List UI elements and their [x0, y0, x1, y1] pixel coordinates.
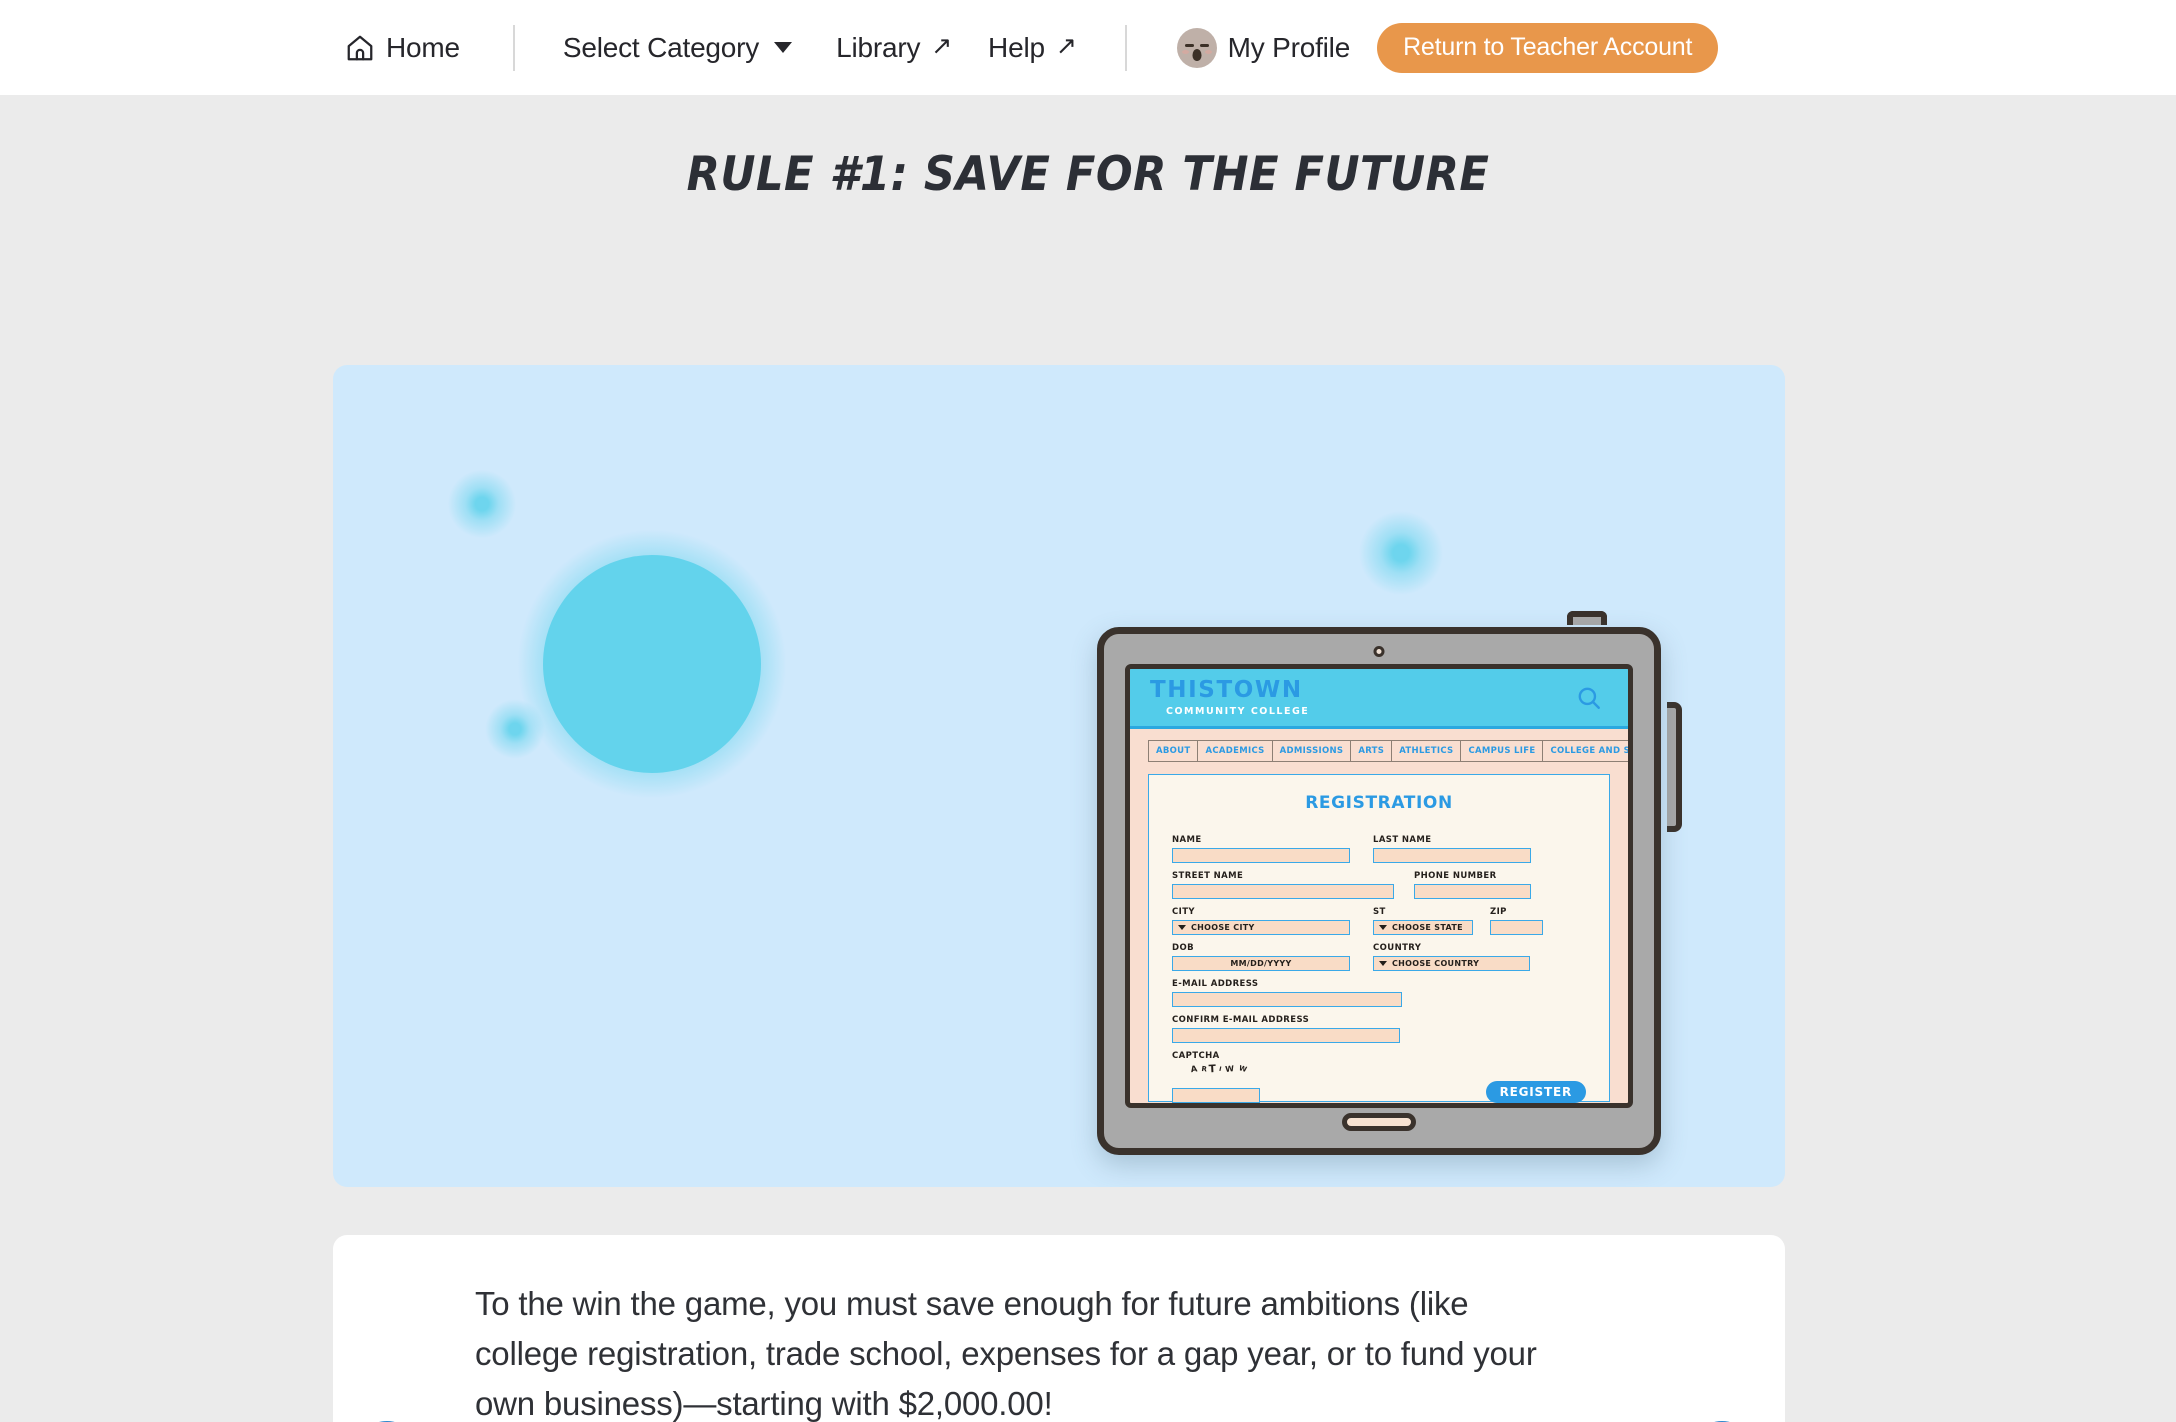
form-row-confirm-email: CONFIRM E-MAIL ADDRESS	[1172, 1015, 1586, 1043]
registration-form: REGISTRATION NAME LAST NAME STREET NAME …	[1148, 774, 1610, 1103]
nav-item-select-category-label: Select Category	[562, 31, 760, 63]
form-row-email: E-MAIL ADDRESS	[1172, 979, 1586, 1007]
captcha-label: CAPTCHA	[1172, 1051, 1220, 1061]
tablet-camera-icon	[1373, 646, 1385, 657]
last-name-input[interactable]	[1373, 848, 1531, 863]
nav-divider-2	[1124, 24, 1127, 71]
city-label: CITY	[1172, 907, 1195, 917]
site-tab-about[interactable]: ABOUT	[1149, 741, 1199, 761]
form-row-city-state-zip: CITY CHOOSE CITY ST CHOOSE STATE ZIP	[1172, 907, 1586, 935]
nav-divider-1	[512, 24, 515, 71]
name-input[interactable]	[1172, 848, 1350, 863]
register-button[interactable]: REGISTER	[1485, 1081, 1586, 1103]
site-tab-admissions[interactable]: ADMISSIONS	[1273, 741, 1352, 761]
zip-input[interactable]	[1490, 920, 1543, 935]
home-icon	[345, 33, 375, 63]
chevron-down-icon	[1379, 961, 1387, 966]
tablet-screen: THISTOWN COMMUNITY COLLEGE ABOUT ACADEMI…	[1125, 664, 1633, 1108]
page-title: RULE #1: SAVE FOR THE FUTURE	[686, 147, 1490, 202]
name-label: NAME	[1172, 835, 1202, 845]
illustration-panel: THISTOWN COMMUNITY COLLEGE ABOUT ACADEMI…	[333, 365, 1785, 1187]
college-site-nav: ABOUT ACADEMICS ADMISSIONS ARTS ATHLETIC…	[1148, 740, 1628, 762]
nav-item-home[interactable]: Home	[345, 32, 460, 64]
decorative-speck-2	[481, 695, 549, 763]
return-to-teacher-account-button[interactable]: Return to Teacher Account	[1377, 22, 1719, 73]
city-select[interactable]: CHOOSE CITY	[1172, 920, 1350, 935]
form-row-names: NAME LAST NAME	[1172, 835, 1586, 863]
email-label: E-MAIL ADDRESS	[1172, 979, 1259, 989]
site-tab-arts[interactable]: ARTS	[1351, 741, 1393, 761]
college-site-header: THISTOWN COMMUNITY COLLEGE	[1130, 669, 1628, 729]
nav-item-library-label: Library	[836, 31, 921, 63]
confirm-email-label: CONFIRM E-MAIL ADDRESS	[1172, 1015, 1310, 1025]
form-row-dob-country: DOB MM/DD/YYYY COUNTRY CHOOSE COUNTRY	[1172, 943, 1586, 971]
nav-item-my-profile-label: My Profile	[1227, 31, 1351, 63]
registration-form-title: REGISTRATION	[1305, 793, 1453, 813]
decorative-speck-1	[443, 465, 521, 543]
college-logo-title: THISTOWN	[1150, 676, 1303, 703]
avatar-icon	[1176, 27, 1217, 68]
dob-label: DOB	[1172, 943, 1194, 953]
country-select[interactable]: CHOOSE COUNTRY	[1373, 956, 1530, 971]
street-name-label: STREET NAME	[1172, 871, 1244, 881]
st-label: ST	[1373, 907, 1386, 917]
captcha-challenge-image: ARTIW W	[1190, 1063, 1250, 1076]
tablet-home-button	[1342, 1113, 1416, 1131]
nav-item-select-category[interactable]: Select Category	[562, 31, 793, 64]
tablet-body: THISTOWN COMMUNITY COLLEGE ABOUT ACADEMI…	[1097, 627, 1661, 1155]
captcha-input[interactable]	[1172, 1088, 1260, 1103]
chevron-down-icon	[774, 42, 793, 53]
arrow-up-right-icon: ↗	[1055, 32, 1077, 60]
tablet-power-button	[1567, 611, 1607, 625]
st-select[interactable]: CHOOSE STATE	[1373, 920, 1473, 935]
zip-label: ZIP	[1490, 907, 1507, 917]
form-row-captcha: CAPTCHA ARTIW W REGISTER	[1172, 1051, 1586, 1103]
nav-item-home-label: Home	[386, 31, 460, 63]
chevron-down-icon	[1178, 925, 1186, 930]
decorative-speck-3	[1353, 505, 1449, 601]
top-navigation-bar: Home Select Category Library ↗ Help ↗ My…	[0, 0, 2176, 95]
country-label: COUNTRY	[1373, 943, 1422, 953]
arrow-up-right-icon: ↗	[931, 32, 953, 60]
form-row-street-phone: STREET NAME PHONE NUMBER	[1172, 871, 1586, 899]
college-logo-subtitle: COMMUNITY COLLEGE	[1166, 705, 1310, 717]
nav-item-help[interactable]: Help ↗	[988, 32, 1077, 64]
tablet-illustration: THISTOWN COMMUNITY COLLEGE ABOUT ACADEMI…	[1097, 611, 1682, 1155]
nav-item-library[interactable]: Library ↗	[836, 32, 952, 64]
nav-item-help-label: Help	[988, 31, 1045, 63]
confirm-email-input[interactable]	[1172, 1028, 1400, 1043]
search-icon[interactable]	[1576, 685, 1602, 711]
site-tab-athletics[interactable]: ATHLETICS	[1392, 741, 1462, 761]
site-tab-college-and-school[interactable]: COLLEGE AND SCHOOL	[1543, 741, 1628, 761]
chevron-down-icon	[1379, 925, 1387, 930]
tablet-side-button	[1667, 702, 1682, 832]
page-content: RULE #1: SAVE FOR THE FUTURE THISTOWN CO…	[0, 147, 2176, 1422]
description-text: To the win the game, you must save enoug…	[475, 1285, 1537, 1422]
last-name-label: LAST NAME	[1373, 835, 1432, 845]
phone-number-label: PHONE NUMBER	[1414, 871, 1497, 881]
dob-input[interactable]: MM/DD/YYYY	[1172, 956, 1350, 971]
phone-number-input[interactable]	[1414, 884, 1531, 899]
site-tab-campus-life[interactable]: CAMPUS LIFE	[1461, 741, 1544, 761]
site-tab-academics[interactable]: ACADEMICS	[1198, 741, 1273, 761]
street-name-input[interactable]	[1172, 884, 1394, 899]
email-input[interactable]	[1172, 992, 1402, 1007]
decorative-blob-large-left	[508, 520, 796, 808]
nav-item-my-profile[interactable]: My Profile	[1176, 27, 1351, 68]
description-card: To the win the game, you must save enoug…	[333, 1235, 1785, 1422]
